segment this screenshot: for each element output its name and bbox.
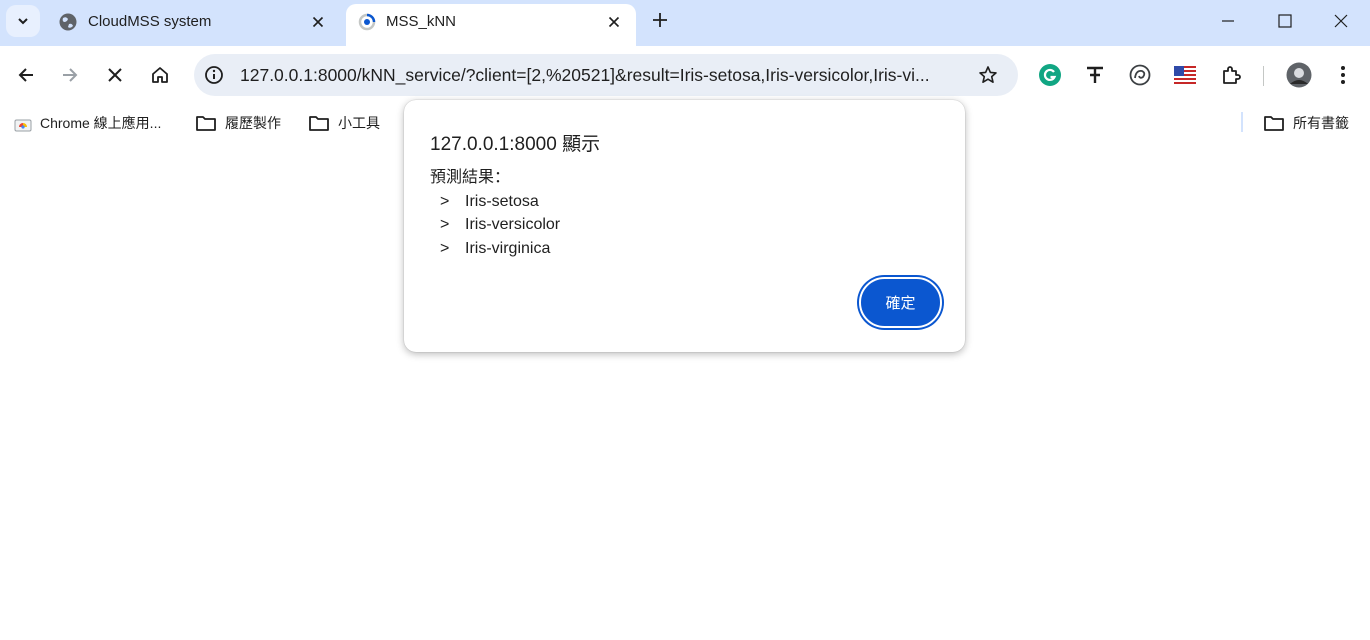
grammarly-extension-button[interactable] <box>1037 62 1063 88</box>
bookmark-label: Chrome 線上應用... <box>40 115 162 131</box>
home-button[interactable] <box>143 58 177 92</box>
more-vert-icon <box>1341 66 1345 84</box>
browser-toolbar: 127.0.0.1:8000/kNN_service/?client=[2,%2… <box>0 46 1370 104</box>
stop-loading-button[interactable] <box>98 58 132 92</box>
dialog-message: 預測結果： > Iris-setosa > Iris-versicolor > … <box>430 166 560 260</box>
result-heading: 預測結果： <box>430 169 511 186</box>
bookmark-folder-resume[interactable]: 履歷製作 <box>195 112 281 134</box>
minimize-icon <box>1222 20 1234 22</box>
extensions-button[interactable] <box>1218 62 1244 88</box>
close-icon <box>608 16 620 28</box>
text-tool-icon <box>1087 66 1103 83</box>
chrome-web-store-icon <box>14 119 32 132</box>
tab-search-button[interactable] <box>6 5 40 37</box>
tab-strip: CloudMSS system MSS_kNN <box>0 0 1370 46</box>
close-window-button[interactable] <box>1321 6 1361 36</box>
result-bullet: > <box>440 239 450 257</box>
dialog-title: 127.0.0.1:8000 顯示 <box>430 134 601 155</box>
flag-extension-button[interactable] <box>1172 62 1198 88</box>
menu-button[interactable] <box>1330 62 1356 88</box>
globe-icon <box>59 13 77 31</box>
swirl-extension-button[interactable] <box>1127 62 1153 88</box>
star-icon <box>979 66 997 83</box>
tab-mss-knn[interactable]: MSS_kNN <box>346 4 636 46</box>
toolbar-divider <box>1263 66 1264 86</box>
back-button[interactable] <box>9 58 43 92</box>
bookmark-label: 小工具 <box>338 115 380 131</box>
forward-arrow-icon <box>63 68 78 82</box>
ok-button[interactable]: 確定 <box>859 277 942 328</box>
bookmark-folder-tools[interactable]: 小工具 <box>308 112 380 134</box>
close-icon <box>1334 14 1348 28</box>
plus-icon <box>653 13 667 27</box>
url-text[interactable]: 127.0.0.1:8000/kNN_service/?client=[2,%2… <box>240 65 968 86</box>
result-label: Iris-versicolor <box>465 216 561 233</box>
result-item: > Iris-setosa <box>430 190 560 214</box>
close-tab-button[interactable] <box>308 12 328 32</box>
avatar <box>1286 62 1312 88</box>
result-bullet: > <box>440 216 450 233</box>
address-bar[interactable]: 127.0.0.1:8000/kNN_service/?client=[2,%2… <box>194 54 1018 96</box>
bookmark-label: 履歷製作 <box>225 115 281 131</box>
result-label: Iris-virginica <box>465 239 551 257</box>
close-icon <box>108 68 122 82</box>
folder-icon <box>309 116 329 131</box>
folder-icon <box>1264 116 1284 131</box>
result-label: Iris-setosa <box>465 192 539 210</box>
back-arrow-icon <box>18 68 33 82</box>
maximize-icon <box>1278 14 1292 28</box>
loading-spinner-icon <box>358 13 376 31</box>
close-tab-button[interactable] <box>604 12 624 32</box>
chevron-down-icon <box>18 18 28 25</box>
alert-dialog: 127.0.0.1:8000 顯示 預測結果： > Iris-setosa > … <box>404 100 965 352</box>
grammarly-icon <box>1039 64 1061 86</box>
site-info-button[interactable] <box>203 64 225 86</box>
bookmark-label: 所有書籤 <box>1293 115 1349 131</box>
forward-button[interactable] <box>53 58 87 92</box>
new-tab-button[interactable] <box>646 6 674 34</box>
maximize-button[interactable] <box>1265 6 1305 36</box>
swirl-icon <box>1129 64 1151 86</box>
folder-icon <box>196 116 216 131</box>
puzzle-icon <box>1223 66 1241 84</box>
profile-avatar-button[interactable] <box>1285 61 1313 89</box>
us-flag-icon <box>1174 66 1196 84</box>
info-icon <box>205 66 223 84</box>
bookmark-chrome-web-store[interactable]: Chrome 線上應用... <box>14 112 161 134</box>
close-icon <box>312 16 324 28</box>
bookmark-star-button[interactable] <box>976 63 1000 87</box>
all-bookmarks-button[interactable]: 所有書籤 <box>1263 112 1349 134</box>
minimize-button[interactable] <box>1208 6 1248 36</box>
result-item: > Iris-virginica <box>430 237 560 261</box>
text-extension-button[interactable] <box>1082 62 1108 88</box>
bookmarks-divider <box>1241 112 1243 132</box>
result-bullet: > <box>440 192 450 210</box>
tab-title: CloudMSS system <box>88 13 212 30</box>
result-item: > Iris-versicolor <box>430 213 560 237</box>
home-icon <box>152 67 168 83</box>
tab-cloudmss[interactable]: CloudMSS system <box>48 4 340 46</box>
tab-title: MSS_kNN <box>386 13 457 30</box>
